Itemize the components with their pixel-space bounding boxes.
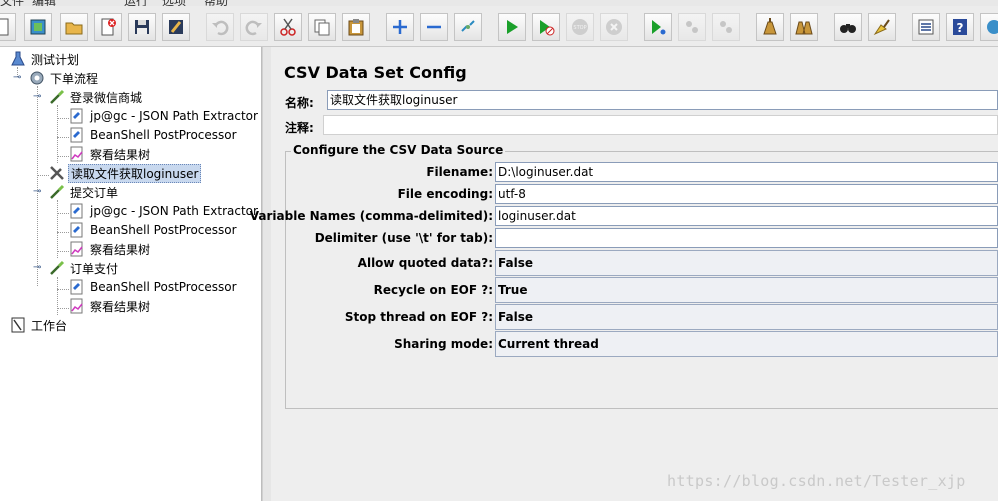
- templates-icon[interactable]: [24, 13, 52, 41]
- listener-icon: [69, 146, 85, 162]
- delimiter-label: Delimiter (use '\t' for tab):: [314, 231, 493, 245]
- sharing-select[interactable]: Current thread: [495, 331, 998, 357]
- function-helper-icon[interactable]: [912, 13, 940, 41]
- copy-icon[interactable]: [308, 13, 336, 41]
- paste-icon[interactable]: [342, 13, 370, 41]
- open-icon[interactable]: [60, 13, 88, 41]
- test-plan-tree: ⊸ ⊸ ⊸ ⊸ 测试计划 下单流程 登录微信商城 jp@gc - JSON Pa…: [0, 47, 262, 501]
- stopthread-select[interactable]: False: [495, 304, 998, 330]
- svg-text:?: ?: [957, 21, 964, 35]
- recycle-select[interactable]: True: [495, 277, 998, 303]
- page-title: CSV Data Set Config: [284, 63, 467, 82]
- close-icon[interactable]: [94, 13, 122, 41]
- collapse-toggle[interactable]: ⊸: [33, 92, 42, 102]
- stop-icon[interactable]: STOP: [566, 13, 594, 41]
- encoding-label: File encoding:: [397, 187, 493, 201]
- comment-label: 注释:: [285, 121, 314, 135]
- pipette-icon: [49, 89, 65, 105]
- shutdown-icon[interactable]: [600, 13, 628, 41]
- encoding-field[interactable]: utf-8: [495, 184, 998, 204]
- reset-search-icon[interactable]: [868, 13, 896, 41]
- tree-node-test-plan[interactable]: 测试计划: [10, 50, 81, 68]
- pipette-icon: [49, 260, 65, 276]
- collapse-icon[interactable]: [420, 13, 448, 41]
- tree-node-postprocessor[interactable]: jp@gc - JSON Path Extractor: [69, 107, 260, 125]
- collapse-toggle[interactable]: ⊸: [33, 187, 42, 197]
- filename-label: Filename:: [426, 165, 493, 179]
- wrench-icon: [49, 165, 65, 181]
- save-as-icon[interactable]: [162, 13, 190, 41]
- tree-node-workbench[interactable]: 工作台: [10, 316, 69, 334]
- name-field[interactable]: 读取文件获取loginuser: [327, 90, 998, 110]
- recycle-label: Recycle on EOF ?:: [373, 283, 493, 297]
- csv-datasource-title: Configure the CSV Data Source: [291, 143, 506, 157]
- tree-node-postprocessor[interactable]: BeanShell PostProcessor: [69, 278, 239, 296]
- tree-node-thread-group[interactable]: 下单流程: [29, 69, 100, 87]
- sharing-label: Sharing mode:: [394, 337, 493, 351]
- tree-node-postprocessor[interactable]: BeanShell PostProcessor: [69, 221, 239, 239]
- quoted-label: Allow quoted data?:: [357, 256, 493, 270]
- listener-icon: [69, 298, 85, 314]
- postprocessor-icon: [69, 108, 85, 124]
- cut-icon[interactable]: [274, 13, 302, 41]
- config-panel: CSV Data Set Config 名称: 读取文件获取loginuser …: [250, 47, 998, 501]
- start-icon[interactable]: [498, 13, 526, 41]
- quoted-select[interactable]: False: [495, 250, 998, 276]
- collapse-toggle[interactable]: ⊸: [13, 73, 22, 83]
- delimiter-field[interactable]: [495, 228, 998, 248]
- help-icon[interactable]: [980, 13, 998, 41]
- toolbar: STOP ?: [0, 6, 998, 47]
- start-no-pause-icon[interactable]: [532, 13, 560, 41]
- tree-node-sampler[interactable]: 订单支付: [49, 259, 120, 277]
- postprocessor-icon: [69, 127, 85, 143]
- remote-stop-icon[interactable]: [678, 13, 706, 41]
- watermark: https://blog.csdn.net/Tester_xjp: [667, 472, 966, 490]
- postprocessor-icon: [69, 279, 85, 295]
- pipette-icon: [49, 184, 65, 200]
- tree-node-sampler[interactable]: 提交订单: [49, 183, 120, 201]
- remote-start-icon[interactable]: [644, 13, 672, 41]
- filename-field[interactable]: D:\loginuser.dat: [495, 162, 998, 182]
- tree-node-listener[interactable]: 察看结果树: [69, 297, 152, 315]
- postprocessor-icon: [69, 203, 85, 219]
- stopthread-label: Stop thread on EOF ?:: [344, 310, 493, 324]
- varnames-field[interactable]: loginuser.dat: [495, 206, 998, 226]
- postprocessor-icon: [69, 222, 85, 238]
- new-icon[interactable]: [0, 13, 16, 41]
- clear-all-icon[interactable]: [790, 13, 818, 41]
- test-plan-icon: [10, 51, 26, 67]
- clear-icon[interactable]: [756, 13, 784, 41]
- save-icon[interactable]: [128, 13, 156, 41]
- search-icon[interactable]: [834, 13, 862, 41]
- svg-text:STOP: STOP: [573, 25, 586, 31]
- tree-node-postprocessor[interactable]: BeanShell PostProcessor: [69, 126, 239, 144]
- undo-icon[interactable]: [206, 13, 234, 41]
- tree-node-config-element[interactable]: 读取文件获取loginuser: [49, 163, 202, 183]
- expand-icon[interactable]: [386, 13, 414, 41]
- listener-icon: [69, 241, 85, 257]
- tree-node-postprocessor[interactable]: jp@gc - JSON Path Extractor: [69, 202, 260, 220]
- name-label: 名称:: [285, 96, 314, 110]
- toggle-icon[interactable]: [454, 13, 482, 41]
- tree-node-listener[interactable]: 察看结果树: [69, 240, 152, 258]
- gear-icon: [29, 70, 45, 86]
- redo-icon[interactable]: [240, 13, 268, 41]
- help-icon[interactable]: ?: [946, 13, 974, 41]
- tree-node-sampler[interactable]: 登录微信商城: [49, 88, 144, 106]
- comment-field[interactable]: [323, 115, 998, 135]
- workbench-icon: [10, 317, 26, 333]
- tree-node-listener[interactable]: 察看结果树: [69, 145, 152, 163]
- varnames-label: Variable Names (comma-delimited):: [249, 209, 493, 223]
- remote-shutdown-icon[interactable]: [712, 13, 740, 41]
- collapse-toggle[interactable]: ⊸: [33, 263, 42, 273]
